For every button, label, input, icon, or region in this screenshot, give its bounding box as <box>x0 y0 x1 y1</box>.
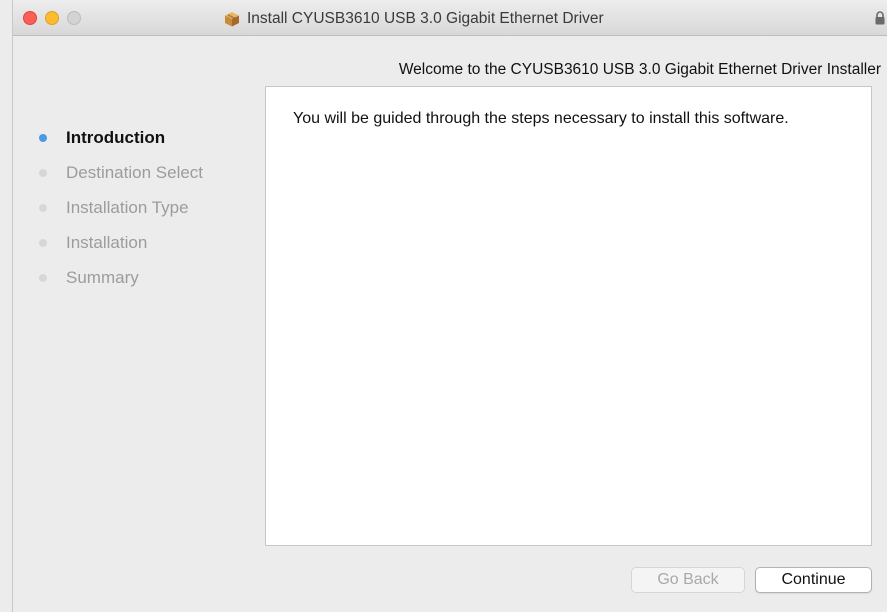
close-button[interactable] <box>23 11 37 25</box>
step-label: Installation Type <box>66 197 189 217</box>
go-back-button[interactable]: Go Back <box>631 567 745 593</box>
intro-text: You will be guided through the steps nec… <box>293 110 789 127</box>
step-indicator-dot <box>39 133 47 142</box>
window-title-group: Install CYUSB3610 USB 3.0 Gigabit Ethern… <box>223 9 604 29</box>
step-installation: Installation <box>39 225 203 260</box>
installer-window: Install CYUSB3610 USB 3.0 Gigabit Ethern… <box>12 0 887 612</box>
title-bar[interactable]: Install CYUSB3610 USB 3.0 Gigabit Ethern… <box>13 0 887 36</box>
step-list: Introduction Destination Select Installa… <box>39 120 203 295</box>
step-indicator-dot <box>39 203 47 212</box>
zoom-button[interactable] <box>67 11 81 25</box>
step-indicator-dot <box>39 273 47 282</box>
installer-heading: Welcome to the CYUSB3610 USB 3.0 Gigabit… <box>398 61 881 78</box>
step-label: Destination Select <box>66 162 204 182</box>
step-installation-type: Installation Type <box>39 190 203 225</box>
step-label: Introduction <box>66 127 166 147</box>
step-destination-select: Destination Select <box>39 155 203 190</box>
step-indicator-dot <box>39 168 47 177</box>
step-label: Summary <box>66 267 139 287</box>
content-pane[interactable]: You will be guided through the steps nec… <box>265 86 872 546</box>
step-indicator-dot <box>39 238 47 247</box>
step-summary: Summary <box>39 260 203 295</box>
step-label: Installation <box>66 232 148 252</box>
package-icon <box>225 12 239 27</box>
window-title: Install CYUSB3610 USB 3.0 Gigabit Ethern… <box>247 10 604 27</box>
continue-button[interactable]: Continue <box>755 567 872 593</box>
lock-icon <box>875 11 885 25</box>
minimize-button[interactable] <box>45 11 59 25</box>
step-introduction: Introduction <box>39 120 203 155</box>
